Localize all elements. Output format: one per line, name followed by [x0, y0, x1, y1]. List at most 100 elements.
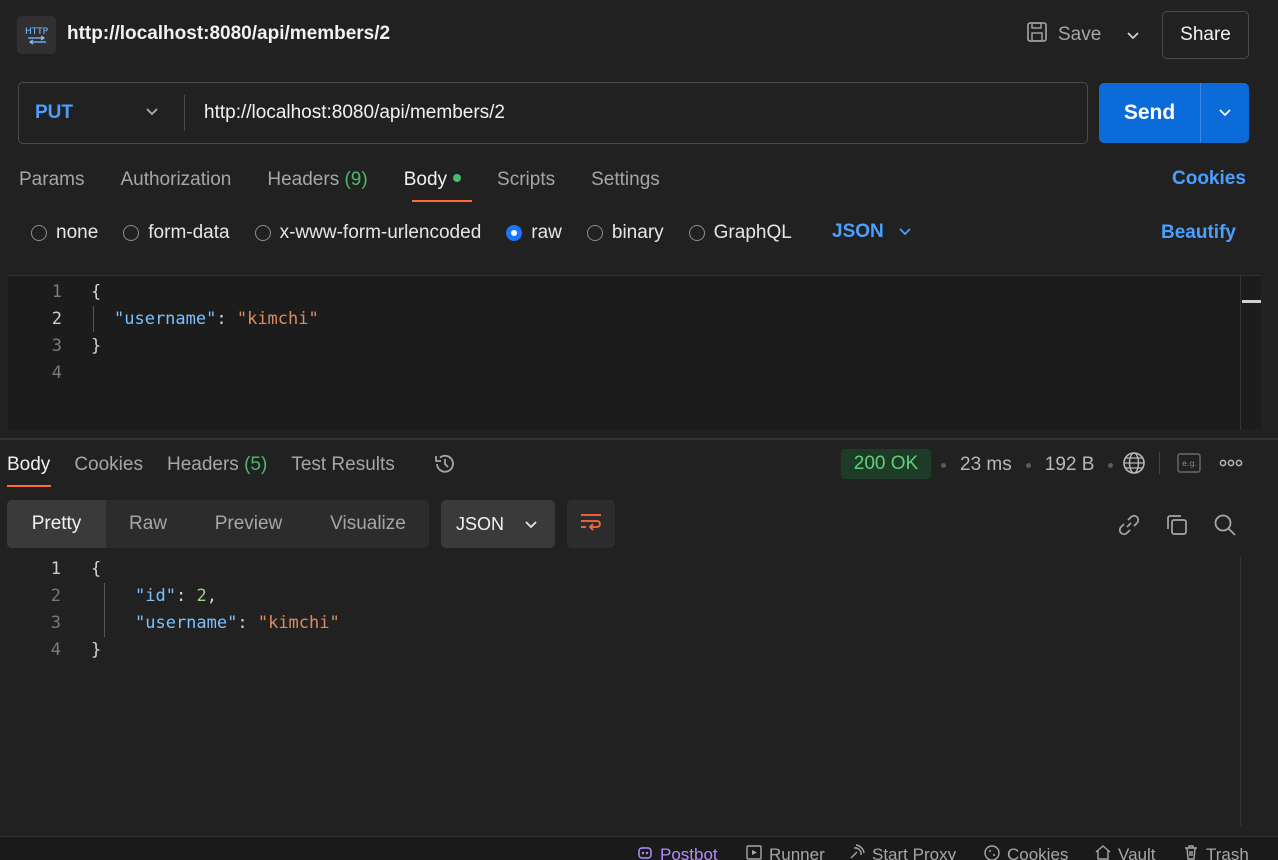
runner-label: Runner — [769, 844, 825, 860]
radio-form-data[interactable]: form-data — [123, 222, 230, 244]
view-tab-visualize[interactable]: Visualize — [307, 500, 429, 548]
save-label: Save — [1058, 24, 1102, 45]
divider — [1159, 452, 1160, 474]
vault-label: Vault — [1118, 844, 1156, 860]
line-number: 1 — [50, 559, 61, 579]
resp-tab-headers-label: Headers — [166, 454, 239, 475]
tab-settings[interactable]: Settings — [591, 169, 660, 191]
json-value: "kimchi" — [236, 309, 319, 329]
share-button[interactable]: Share — [1162, 11, 1249, 59]
beautify-button[interactable]: Beautify — [1161, 222, 1236, 244]
request-title[interactable]: http://localhost:8080/api/members/2 — [67, 23, 390, 45]
scrollbar-thumb[interactable] — [1242, 300, 1261, 303]
url-input[interactable] — [195, 98, 1075, 128]
radio-circle — [586, 225, 603, 241]
more-options-icon[interactable] — [1217, 455, 1245, 471]
radio-circle — [254, 225, 271, 241]
response-size[interactable]: 192 B — [1045, 454, 1095, 476]
resp-tab-headers[interactable]: Headers (5) — [167, 454, 267, 476]
radio-urlencoded-label: x-www-form-urlencoded — [279, 222, 482, 243]
json-key: "username" — [114, 309, 217, 329]
save-icon — [1026, 21, 1048, 49]
view-tab-raw[interactable]: Raw — [106, 500, 190, 548]
cookies-label: Cookies — [1007, 844, 1069, 860]
body-format-label: JSON — [832, 221, 884, 242]
separator-dot — [941, 462, 946, 468]
radio-graphql[interactable]: GraphQL — [688, 222, 792, 244]
line-number: 2 — [50, 586, 61, 606]
line-number: 2 — [51, 309, 62, 329]
radio-binary[interactable]: binary — [586, 222, 664, 244]
chevron-down-icon — [898, 221, 912, 243]
proxy-icon — [848, 843, 866, 860]
chevron-down-icon[interactable] — [142, 102, 162, 122]
save-button[interactable]: Save — [1026, 18, 1101, 52]
resp-tab-cookies[interactable]: Cookies — [74, 454, 143, 476]
trash-label: Trash — [1206, 844, 1249, 860]
radio-circle — [123, 225, 140, 241]
runner-button[interactable]: Runner — [745, 843, 825, 860]
code-line: "username": "kimchi" — [114, 309, 319, 329]
radio-circle-selected — [506, 225, 523, 241]
body-modified-dot — [453, 173, 462, 182]
search-icon[interactable] — [1212, 512, 1238, 538]
status-badge[interactable]: 200 OK — [841, 449, 931, 479]
cookie-icon — [983, 843, 1001, 860]
tab-body[interactable]: Body — [404, 169, 462, 191]
code-brace: } — [91, 336, 102, 356]
globe-icon[interactable] — [1121, 450, 1147, 476]
link-icon[interactable] — [1116, 512, 1142, 538]
view-tab-preview[interactable]: Preview — [190, 500, 307, 548]
postbot-button[interactable]: Postbot — [636, 843, 718, 860]
history-icon[interactable] — [432, 451, 458, 477]
request-tabs: Params Authorization Headers (9) Body Sc… — [19, 168, 696, 192]
trash-button[interactable]: Trash — [1182, 843, 1249, 860]
radio-circle — [31, 225, 47, 241]
line-number: 3 — [51, 336, 62, 356]
http-icon: HTTP — [17, 16, 56, 54]
json-value: 2 — [196, 586, 207, 606]
trash-icon — [1182, 843, 1200, 860]
response-viewer-scrollbar[interactable] — [1240, 556, 1262, 826]
active-tab-indicator — [412, 200, 472, 202]
resp-tab-body[interactable]: Body — [7, 454, 50, 476]
save-as-example-icon[interactable]: e.g. — [1176, 452, 1202, 474]
resp-headers-count: (5) — [244, 454, 268, 475]
json-colon: : — [216, 309, 237, 329]
radio-form-data-label: form-data — [148, 222, 230, 243]
svg-text:HTTP: HTTP — [25, 27, 49, 37]
indent-guide — [93, 306, 94, 332]
send-button[interactable]: Send — [1099, 83, 1200, 143]
response-time[interactable]: 23 ms — [960, 454, 1012, 476]
url-divider — [184, 95, 185, 131]
copy-icon[interactable] — [1164, 512, 1190, 538]
radio-x-www-form-urlencoded[interactable]: x-www-form-urlencoded — [254, 222, 482, 244]
resp-tab-test-results[interactable]: Test Results — [291, 454, 394, 476]
tab-authorization[interactable]: Authorization — [120, 169, 231, 191]
svg-text:e.g.: e.g. — [1182, 459, 1197, 468]
start-proxy-button[interactable]: Start Proxy — [848, 843, 956, 860]
radio-none[interactable]: none — [31, 222, 98, 244]
cookies-link[interactable]: Cookies — [1172, 168, 1246, 190]
body-type-options: none form-data x-www-form-urlencoded raw… — [31, 221, 817, 245]
wrap-lines-icon — [579, 512, 603, 537]
vault-button[interactable]: Vault — [1094, 843, 1156, 860]
tab-headers[interactable]: Headers (9) — [267, 169, 367, 191]
view-tab-pretty[interactable]: Pretty — [7, 500, 106, 548]
tab-params[interactable]: Params — [19, 169, 84, 191]
cookies-button[interactable]: Cookies — [983, 843, 1068, 860]
request-body-editor[interactable]: 1 2 3 4 { "username": "kimchi" } — [8, 275, 1261, 430]
response-format-select[interactable]: JSON — [441, 500, 555, 548]
tab-scripts[interactable]: Scripts — [497, 169, 555, 191]
response-body-viewer[interactable]: 1 2 3 4 { "id": 2, "username": "kimchi" … — [0, 553, 1240, 835]
send-options-chevron-icon[interactable] — [1200, 83, 1249, 143]
radio-raw[interactable]: raw — [506, 222, 562, 244]
wrap-lines-button[interactable] — [567, 500, 615, 548]
method-select[interactable]: PUT — [35, 102, 73, 124]
response-view-tabs: Pretty Raw Preview Visualize — [7, 500, 429, 548]
json-comma: , — [206, 586, 217, 606]
save-options-chevron-icon[interactable] — [1119, 22, 1147, 50]
pane-splitter[interactable] — [0, 438, 1278, 440]
headers-count: (9) — [344, 169, 368, 190]
body-format-select[interactable]: JSON — [832, 221, 912, 243]
